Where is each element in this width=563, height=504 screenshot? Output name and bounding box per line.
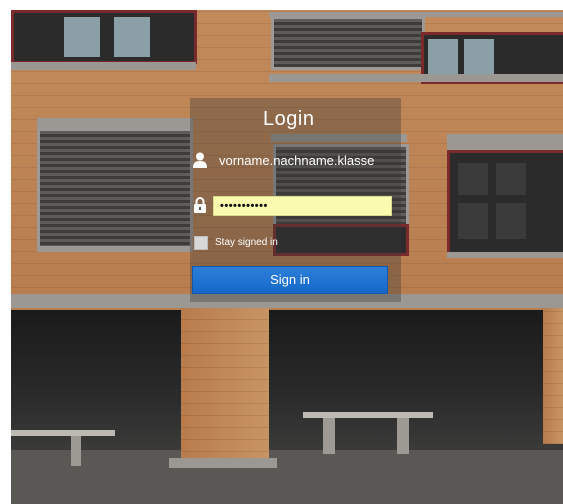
pillar bbox=[181, 308, 269, 464]
window bbox=[11, 10, 197, 64]
pillar-base bbox=[169, 458, 277, 468]
username-field[interactable]: vorname.nachname.klasse bbox=[213, 151, 399, 171]
window-ledge bbox=[37, 246, 193, 252]
ground bbox=[11, 450, 563, 504]
window-ledge bbox=[447, 252, 563, 258]
window-ledge bbox=[11, 62, 196, 70]
window-blind bbox=[37, 128, 193, 250]
stay-signed-in-label: Stay signed in bbox=[215, 237, 278, 248]
password-field[interactable]: ••••••••••• bbox=[213, 196, 392, 216]
window-ledge bbox=[269, 74, 563, 82]
user-icon bbox=[193, 152, 207, 168]
window-ledge bbox=[37, 118, 193, 128]
sign-in-button[interactable]: Sign in bbox=[192, 266, 388, 294]
ping-pong-table bbox=[11, 430, 115, 436]
stay-signed-in-checkbox[interactable] bbox=[194, 236, 208, 250]
window bbox=[447, 150, 563, 256]
window-ledge bbox=[447, 134, 563, 150]
window-blind bbox=[271, 16, 425, 70]
login-title: Login bbox=[263, 108, 315, 130]
password-mask: ••••••••••• bbox=[220, 200, 268, 212]
pillar bbox=[543, 308, 563, 444]
window-ledge bbox=[269, 12, 563, 17]
lock-icon bbox=[194, 197, 206, 213]
